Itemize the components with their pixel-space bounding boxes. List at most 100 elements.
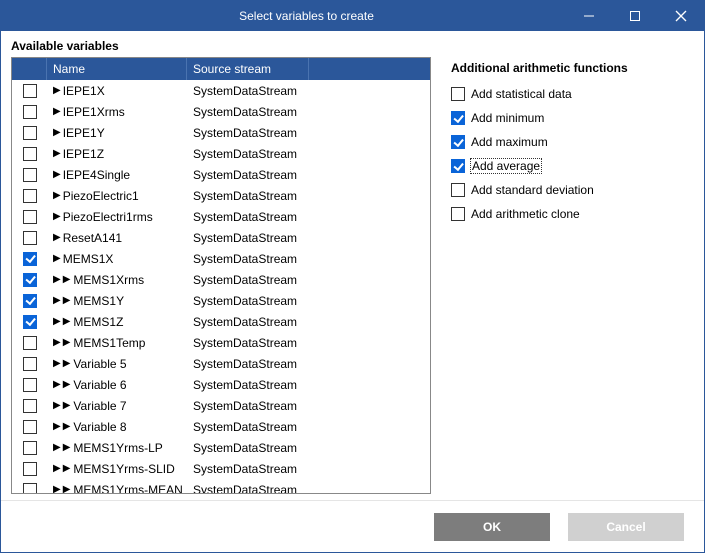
column-header-name[interactable]: Name bbox=[47, 58, 187, 80]
expand-icon[interactable]: ▶ bbox=[53, 232, 61, 243]
expand-icon[interactable]: ▶ bbox=[63, 274, 71, 285]
dialog-window: Select variables to create Available var… bbox=[0, 0, 705, 553]
expand-icon[interactable]: ▶ bbox=[53, 421, 61, 432]
table-row[interactable]: ▶IEPE1XSystemDataStream bbox=[12, 80, 430, 101]
table-row[interactable]: ▶▶Variable 6SystemDataStream bbox=[12, 374, 430, 395]
expand-icon[interactable]: ▶ bbox=[53, 379, 61, 390]
grid-body[interactable]: ▶IEPE1XSystemDataStream▶IEPE1XrmsSystemD… bbox=[12, 80, 430, 493]
expand-icon[interactable]: ▶ bbox=[53, 106, 61, 117]
function-row[interactable]: Add standard deviation bbox=[451, 179, 694, 201]
minimize-button[interactable] bbox=[566, 1, 612, 31]
close-button[interactable] bbox=[658, 1, 704, 31]
expand-icon[interactable]: ▶ bbox=[63, 484, 71, 493]
row-name: PiezoElectric1 bbox=[63, 189, 139, 203]
expand-icon[interactable]: ▶ bbox=[53, 169, 61, 180]
row-source: SystemDataStream bbox=[193, 462, 297, 476]
column-header-checkbox[interactable] bbox=[12, 58, 47, 80]
row-checkbox[interactable] bbox=[23, 315, 37, 329]
function-checkbox[interactable] bbox=[451, 87, 465, 101]
expand-icon[interactable]: ▶ bbox=[53, 190, 61, 201]
row-checkbox[interactable] bbox=[23, 273, 37, 287]
row-checkbox[interactable] bbox=[23, 483, 37, 494]
expand-icon[interactable]: ▶ bbox=[63, 295, 71, 306]
row-checkbox[interactable] bbox=[23, 252, 37, 266]
expand-icon[interactable]: ▶ bbox=[63, 442, 71, 453]
expand-icon[interactable]: ▶ bbox=[53, 463, 61, 474]
expand-icon[interactable]: ▶ bbox=[53, 316, 61, 327]
expand-icon[interactable]: ▶ bbox=[63, 316, 71, 327]
maximize-button[interactable] bbox=[612, 1, 658, 31]
row-checkbox[interactable] bbox=[23, 357, 37, 371]
ok-button[interactable]: OK bbox=[434, 513, 550, 541]
table-row[interactable]: ▶▶MEMS1TempSystemDataStream bbox=[12, 332, 430, 353]
expand-icon[interactable]: ▶ bbox=[53, 295, 61, 306]
table-row[interactable]: ▶PiezoElectric1SystemDataStream bbox=[12, 185, 430, 206]
expand-icon[interactable]: ▶ bbox=[53, 442, 61, 453]
expand-icon[interactable]: ▶ bbox=[53, 253, 61, 264]
expand-icon[interactable]: ▶ bbox=[63, 337, 71, 348]
expand-icon[interactable]: ▶ bbox=[63, 400, 71, 411]
function-checkbox[interactable] bbox=[451, 159, 465, 173]
row-checkbox[interactable] bbox=[23, 126, 37, 140]
available-variables-label: Available variables bbox=[11, 39, 431, 53]
row-checkbox[interactable] bbox=[23, 231, 37, 245]
expand-icon[interactable]: ▶ bbox=[53, 148, 61, 159]
table-row[interactable]: ▶MEMS1XSystemDataStream bbox=[12, 248, 430, 269]
expand-icon[interactable]: ▶ bbox=[53, 274, 61, 285]
function-row[interactable]: Add maximum bbox=[451, 131, 694, 153]
row-checkbox[interactable] bbox=[23, 462, 37, 476]
expand-icon[interactable]: ▶ bbox=[53, 211, 61, 222]
function-row[interactable]: Add average bbox=[451, 155, 694, 177]
table-row[interactable]: ▶IEPE1XrmsSystemDataStream bbox=[12, 101, 430, 122]
row-checkbox[interactable] bbox=[23, 420, 37, 434]
table-row[interactable]: ▶IEPE4SingleSystemDataStream bbox=[12, 164, 430, 185]
column-header-source[interactable]: Source stream bbox=[187, 58, 309, 80]
table-row[interactable]: ▶▶MEMS1ZSystemDataStream bbox=[12, 311, 430, 332]
function-checkbox[interactable] bbox=[451, 207, 465, 221]
table-row[interactable]: ▶▶MEMS1Yrms-SLIDSystemDataStream bbox=[12, 458, 430, 479]
function-label: Add standard deviation bbox=[471, 183, 594, 197]
row-checkbox[interactable] bbox=[23, 294, 37, 308]
row-checkbox[interactable] bbox=[23, 378, 37, 392]
function-checkbox[interactable] bbox=[451, 183, 465, 197]
expand-icon[interactable]: ▶ bbox=[63, 463, 71, 474]
expand-icon[interactable]: ▶ bbox=[53, 337, 61, 348]
expand-icon[interactable]: ▶ bbox=[53, 400, 61, 411]
table-row[interactable]: ▶IEPE1ZSystemDataStream bbox=[12, 143, 430, 164]
table-row[interactable]: ▶▶Variable 7SystemDataStream bbox=[12, 395, 430, 416]
expand-icon[interactable]: ▶ bbox=[53, 85, 61, 96]
expand-icon[interactable]: ▶ bbox=[63, 379, 71, 390]
row-checkbox[interactable] bbox=[23, 168, 37, 182]
row-checkbox[interactable] bbox=[23, 84, 37, 98]
row-checkbox[interactable] bbox=[23, 147, 37, 161]
function-checkbox[interactable] bbox=[451, 111, 465, 125]
table-row[interactable]: ▶IEPE1YSystemDataStream bbox=[12, 122, 430, 143]
table-row[interactable]: ▶▶Variable 8SystemDataStream bbox=[12, 416, 430, 437]
row-checkbox[interactable] bbox=[23, 105, 37, 119]
table-row[interactable]: ▶▶MEMS1XrmsSystemDataStream bbox=[12, 269, 430, 290]
expand-icon[interactable]: ▶ bbox=[63, 421, 71, 432]
table-row[interactable]: ▶▶Variable 5SystemDataStream bbox=[12, 353, 430, 374]
expand-icon[interactable]: ▶ bbox=[53, 358, 61, 369]
table-row[interactable]: ▶▶MEMS1Yrms-MEANSystemDataStream bbox=[12, 479, 430, 493]
row-checkbox[interactable] bbox=[23, 441, 37, 455]
cancel-button[interactable]: Cancel bbox=[568, 513, 684, 541]
row-checkbox[interactable] bbox=[23, 189, 37, 203]
variables-grid: Name Source stream ▶IEPE1XSystemDataStre… bbox=[11, 57, 431, 494]
expand-icon[interactable]: ▶ bbox=[53, 484, 61, 493]
table-row[interactable]: ▶ResetA141SystemDataStream bbox=[12, 227, 430, 248]
table-row[interactable]: ▶▶MEMS1YSystemDataStream bbox=[12, 290, 430, 311]
expand-icon[interactable]: ▶ bbox=[63, 358, 71, 369]
row-checkbox[interactable] bbox=[23, 399, 37, 413]
function-row[interactable]: Add statistical data bbox=[451, 83, 694, 105]
function-checkbox[interactable] bbox=[451, 135, 465, 149]
function-row[interactable]: Add arithmetic clone bbox=[451, 203, 694, 225]
function-row[interactable]: Add minimum bbox=[451, 107, 694, 129]
row-source: SystemDataStream bbox=[193, 252, 297, 266]
table-row[interactable]: ▶PiezoElectri1rmsSystemDataStream bbox=[12, 206, 430, 227]
expand-icon[interactable]: ▶ bbox=[53, 127, 61, 138]
row-source: SystemDataStream bbox=[193, 84, 297, 98]
table-row[interactable]: ▶▶MEMS1Yrms-LPSystemDataStream bbox=[12, 437, 430, 458]
row-checkbox[interactable] bbox=[23, 210, 37, 224]
row-checkbox[interactable] bbox=[23, 336, 37, 350]
